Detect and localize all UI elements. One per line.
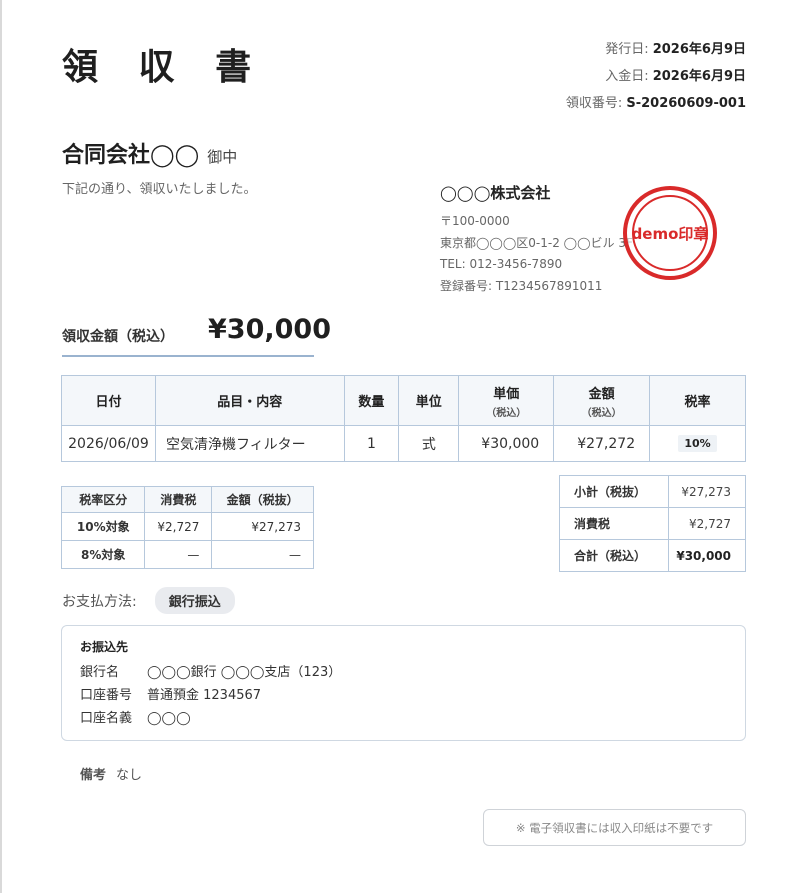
header-unit: 単位 bbox=[398, 375, 460, 426]
tax-header-tax: 消費税 bbox=[144, 486, 213, 513]
header-unit-price-label: 単価 bbox=[493, 386, 520, 402]
company-seal-stamp: demo印章 bbox=[623, 186, 717, 280]
subtotal-row: 小計（税抜） ¥27,273 bbox=[559, 475, 746, 508]
total-amount-block: 領収金額（税込） ¥30,000 bbox=[62, 312, 331, 357]
account-number-row: 口座番号 普通預金 1234567 bbox=[80, 684, 727, 707]
payment-method-badge: 銀行振込 bbox=[154, 587, 235, 614]
tax-header-row: 税率区分 消費税 金額（税抜） bbox=[60, 486, 314, 513]
cell-amount: ¥27,272 bbox=[553, 425, 651, 462]
tax-value: ¥2,727 bbox=[668, 507, 746, 540]
stamp-duty-disclaimer: ※ 電子領収書には収入印紙は不要です bbox=[483, 809, 746, 846]
issuer-registration: 登録番号: T1234567891011 bbox=[440, 278, 603, 293]
cell-item: 空気清浄機フィルター bbox=[154, 425, 345, 462]
issue-date-row: 発行日: 2026年6月9日 bbox=[566, 36, 746, 63]
payment-method: お支払方法: 銀行振込 bbox=[62, 587, 235, 614]
header-tax-rate: 税率 bbox=[649, 375, 746, 426]
cell-tax-rate: 10% bbox=[649, 425, 746, 462]
header-unit-price-note: （税込） bbox=[486, 407, 527, 419]
bank-name-value: ◯◯◯銀行 ◯◯◯支店（123） bbox=[147, 665, 342, 680]
document-meta: 発行日: 2026年6月9日 入金日: 2026年6月9日 領収番号: S-20… bbox=[566, 36, 746, 117]
remarks-value: なし bbox=[116, 768, 143, 783]
subtotal-label: 小計（税抜） bbox=[559, 475, 669, 508]
account-holder-row: 口座名義 ◯◯◯ bbox=[80, 707, 727, 730]
account-holder-value: ◯◯◯ bbox=[147, 711, 191, 726]
total-amount-label: 領収金額（税込） bbox=[62, 329, 174, 345]
account-holder-label: 口座名義 bbox=[80, 711, 133, 726]
table-row: 8%対象 — — bbox=[60, 540, 314, 569]
issuer-tel: TEL: 012-3456-7890 bbox=[440, 257, 563, 271]
grand-total-label: 合計（税込） bbox=[559, 539, 669, 572]
total-amount-value: ¥30,000 bbox=[208, 314, 331, 345]
header-amount-note: （税込） bbox=[581, 407, 622, 419]
tax-row: 消費税 ¥2,727 bbox=[559, 507, 746, 540]
bank-transfer-box: お振込先 銀行名 ◯◯◯銀行 ◯◯◯支店（123） 口座番号 普通預金 123456… bbox=[61, 625, 746, 741]
header-item: 品目・内容 bbox=[154, 375, 345, 426]
bank-name-row: 銀行名 ◯◯◯銀行 ◯◯◯支店（123） bbox=[80, 661, 727, 684]
page-edge bbox=[0, 0, 2, 893]
payment-date-label: 入金日: bbox=[605, 69, 649, 84]
issuer-company: ◯◯◯株式会社 bbox=[440, 184, 551, 202]
summary-table: 小計（税抜） ¥27,273 消費税 ¥2,727 合計（税込） ¥30,000 bbox=[559, 475, 746, 572]
issue-date-value: 2026年6月9日 bbox=[652, 42, 746, 57]
account-number-value: 普通預金 1234567 bbox=[147, 688, 262, 703]
grand-total-row: 合計（税込） ¥30,000 bbox=[559, 539, 746, 572]
tax-value: ¥2,727 bbox=[144, 512, 213, 541]
receipt-number-row: 領収番号: S-20260609-001 bbox=[566, 90, 746, 117]
recipient-name: 合同会社◯◯ bbox=[62, 143, 200, 168]
issuer-block: ◯◯◯株式会社 〒100-0000 東京都◯◯◯区0-1-2 ◯◯ビル 3F T… bbox=[440, 182, 633, 297]
grand-total-value: ¥30,000 bbox=[668, 539, 746, 572]
recipient: 合同会社◯◯ 御中 bbox=[62, 137, 237, 169]
payment-method-label: お支払方法: bbox=[62, 593, 137, 610]
tax-breakdown-table: 税率区分 消費税 金額（税抜） 10%対象 ¥2,727 ¥27,273 8%対… bbox=[60, 486, 314, 569]
payment-date-value: 2026年6月9日 bbox=[652, 69, 746, 84]
bank-name-label: 銀行名 bbox=[80, 665, 120, 680]
tax-category: 10%対象 bbox=[60, 512, 146, 541]
issuer-address: 東京都◯◯◯区0-1-2 ◯◯ビル 3F bbox=[440, 235, 633, 250]
cell-qty: 1 bbox=[343, 425, 400, 462]
tax-header-amount: 金額（税抜） bbox=[211, 486, 314, 513]
receipt-number-value: S-20260609-001 bbox=[626, 96, 746, 111]
remarks-label: 備考 bbox=[80, 768, 107, 783]
header-unit-price: 単価 （税込） bbox=[458, 375, 555, 426]
payment-date-row: 入金日: 2026年6月9日 bbox=[566, 63, 746, 90]
table-row: 10%対象 ¥2,727 ¥27,273 bbox=[60, 512, 314, 541]
items-header-row: 日付 品目・内容 数量 単位 単価 （税込） 金額 （税込） 税率 bbox=[61, 375, 746, 426]
stamp-text: demo印章 bbox=[631, 224, 709, 243]
issuer-postal: 〒100-0000 bbox=[440, 214, 510, 228]
issue-date-label: 発行日: bbox=[605, 42, 649, 57]
recipient-honorific: 御中 bbox=[207, 148, 238, 166]
receipt-number-label: 領収番号: bbox=[565, 96, 623, 111]
header-date: 日付 bbox=[61, 375, 156, 426]
tax-category: 8%対象 bbox=[60, 540, 146, 569]
tax-label: 消費税 bbox=[559, 507, 669, 540]
table-row: 2026/06/09 空気清浄機フィルター 1 式 ¥30,000 ¥27,27… bbox=[61, 425, 746, 462]
header-amount: 金額 （税込） bbox=[553, 375, 651, 426]
tax-value: — bbox=[144, 540, 213, 569]
remarks: 備考 なし bbox=[80, 764, 142, 783]
document-title: 領 収 書 bbox=[62, 47, 266, 88]
cell-date: 2026/06/09 bbox=[61, 425, 156, 462]
cell-unit: 式 bbox=[398, 425, 460, 462]
bank-heading: お振込先 bbox=[80, 640, 129, 654]
receipt-statement: 下記の通り、領収いたしました。 bbox=[62, 182, 257, 197]
header-qty: 数量 bbox=[343, 375, 400, 426]
tax-header-category: 税率区分 bbox=[60, 486, 146, 513]
tax-amount: — bbox=[211, 540, 314, 569]
header-amount-label: 金額 bbox=[588, 386, 615, 402]
subtotal-value: ¥27,273 bbox=[668, 475, 746, 508]
tax-amount: ¥27,273 bbox=[211, 512, 314, 541]
cell-unit-price: ¥30,000 bbox=[458, 425, 555, 462]
tax-rate-badge: 10% bbox=[678, 435, 717, 452]
items-table: 日付 品目・内容 数量 単位 単価 （税込） 金額 （税込） 税率 2026/06/… bbox=[61, 375, 746, 462]
account-number-label: 口座番号 bbox=[80, 688, 133, 703]
